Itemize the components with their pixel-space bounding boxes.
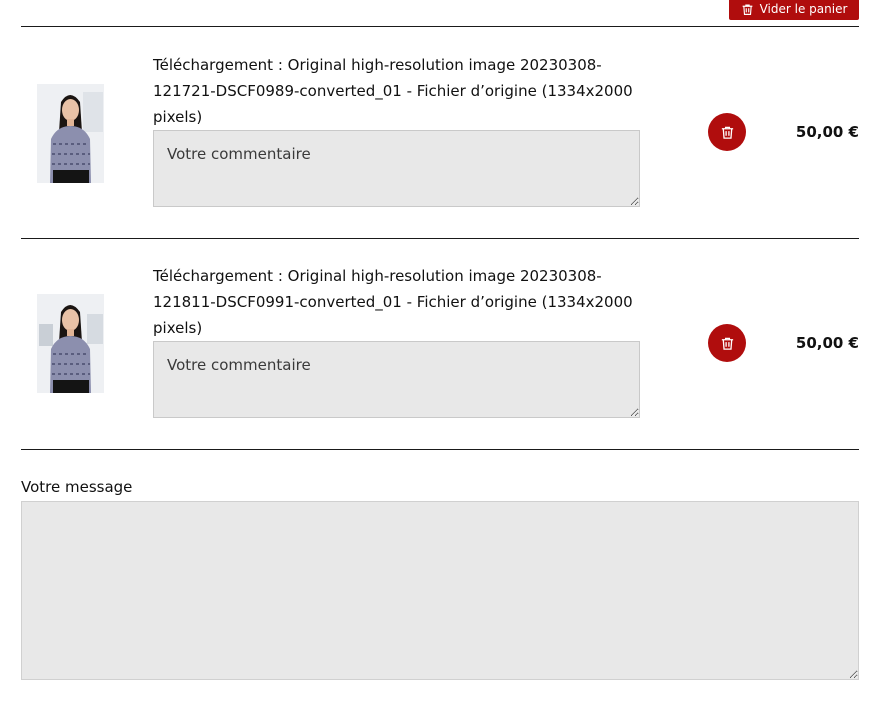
divider — [21, 449, 859, 450]
trash-icon — [742, 3, 752, 15]
product-thumbnail[interactable] — [37, 294, 104, 393]
cart-page: Vider le panier Téléchargement : Origina… — [0, 0, 879, 708]
remove-item-button[interactable] — [708, 324, 746, 362]
comment-field[interactable] — [153, 130, 640, 207]
item-price: 50,00 € — [795, 123, 859, 141]
item-title: Téléchargement : Original high-resolutio… — [153, 56, 633, 126]
message-field[interactable] — [21, 501, 859, 680]
comment-field[interactable] — [153, 341, 640, 418]
item-title: Téléchargement : Original high-resolutio… — [153, 267, 633, 337]
empty-cart-label: Vider le panier — [759, 2, 848, 16]
trash-icon — [721, 126, 733, 139]
cart-item: Téléchargement : Original high-resolutio… — [21, 27, 879, 237]
item-price: 50,00 € — [795, 334, 859, 352]
product-thumbnail[interactable] — [37, 84, 104, 183]
remove-item-button[interactable] — [708, 113, 746, 151]
cart-item: Téléchargement : Original high-resolutio… — [21, 238, 879, 448]
message-label: Votre message — [21, 478, 133, 496]
empty-cart-button[interactable]: Vider le panier — [729, 0, 859, 20]
trash-icon — [721, 337, 733, 350]
